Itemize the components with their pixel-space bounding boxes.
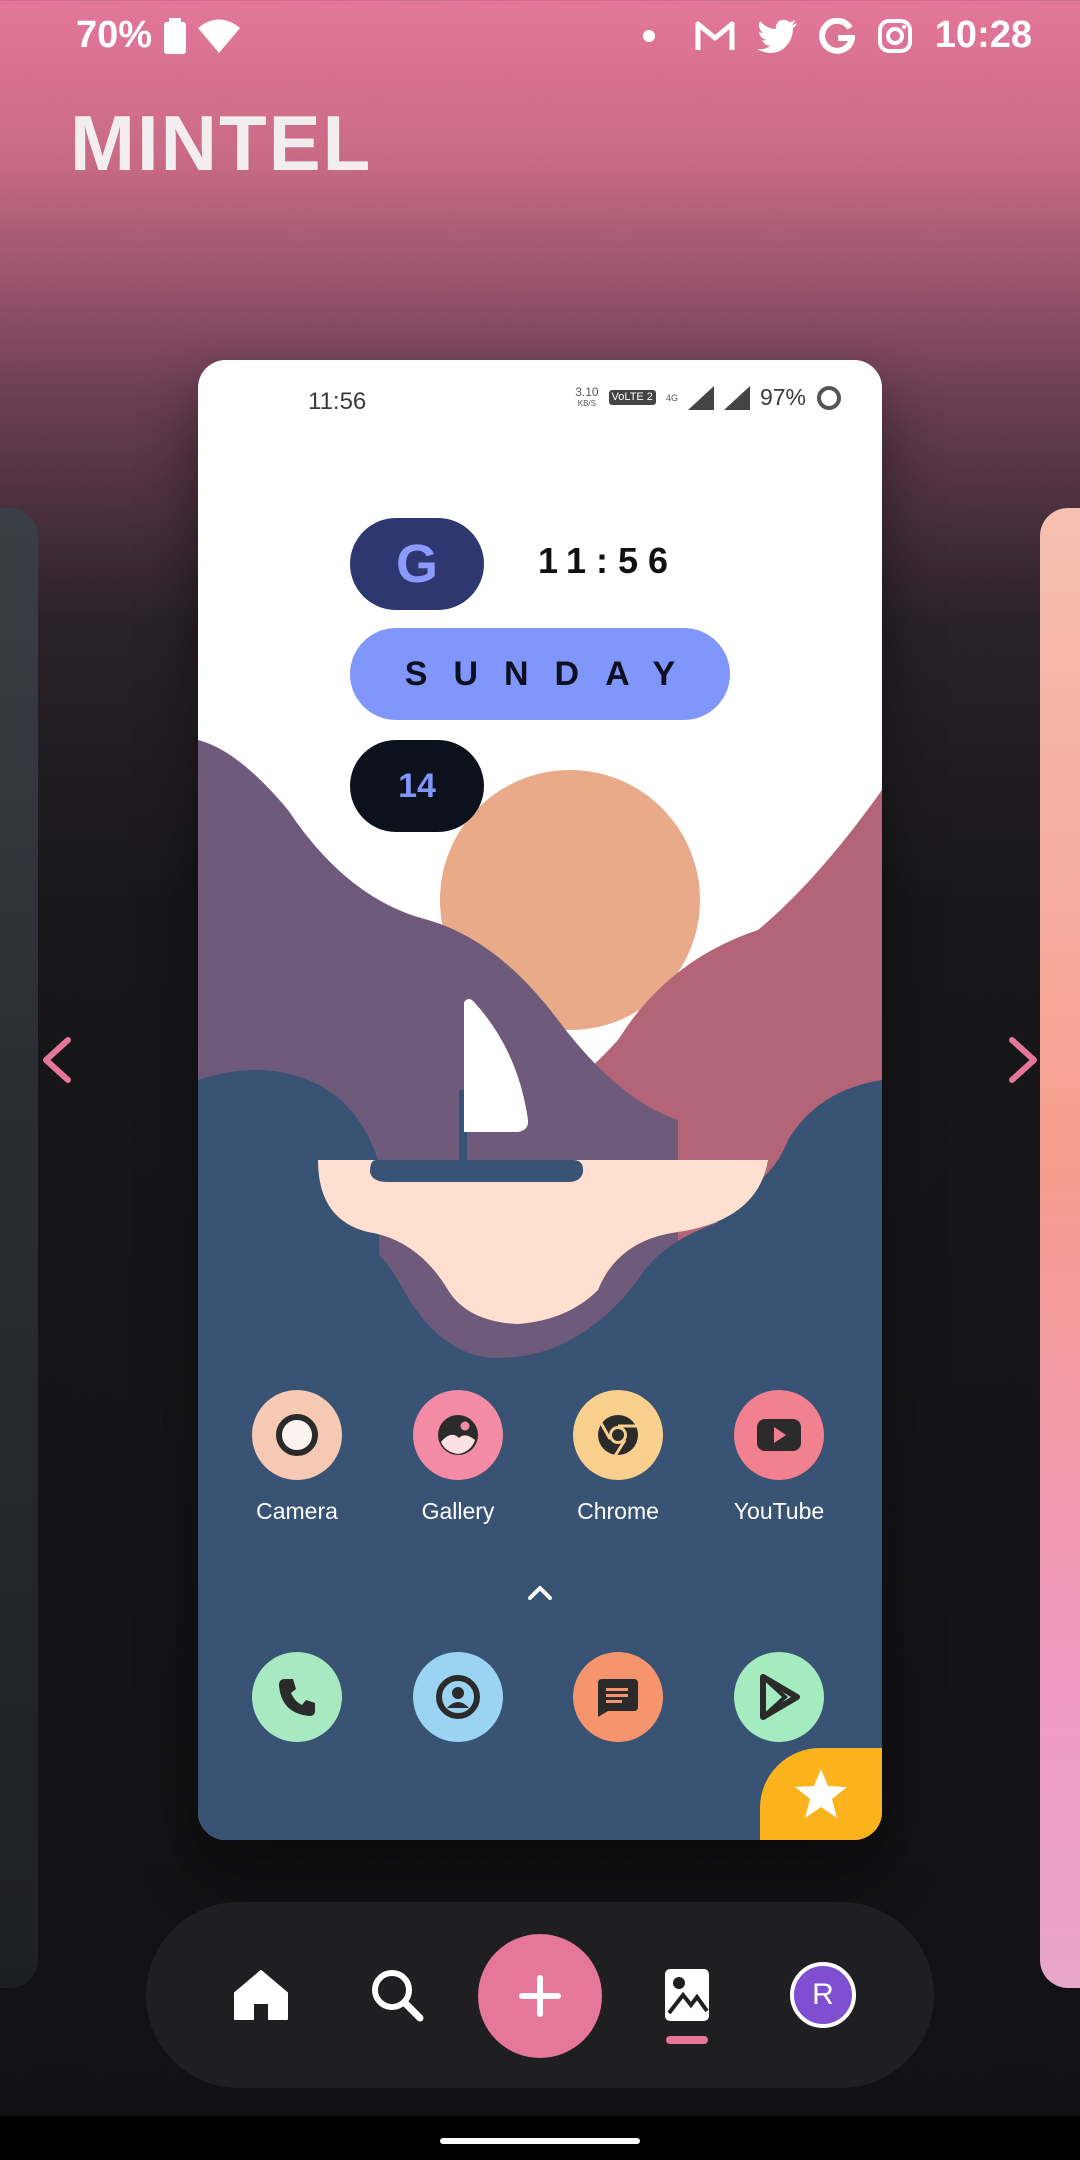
app-youtube[interactable]: YouTube (699, 1390, 859, 1525)
avatar: R (790, 1962, 856, 2028)
app-label: YouTube (733, 1498, 825, 1524)
preview-status-icons: 3.10 KB/S VoLTE 2 4G 97% (575, 384, 842, 411)
status-time: 10:28 (934, 14, 1032, 56)
app-chrome[interactable]: Chrome (538, 1390, 698, 1525)
status-left: 70% (76, 14, 241, 57)
google-icon (818, 17, 855, 54)
google-letter: G (395, 534, 438, 594)
phone-icon (252, 1652, 342, 1742)
notification-dot (642, 29, 655, 42)
nav-wallpapers[interactable] (642, 1950, 732, 2040)
app-label: Camera (256, 1498, 338, 1524)
wallpaper-illustration (198, 360, 882, 1840)
date-text: 14 (398, 766, 436, 805)
gallery-icon (413, 1390, 503, 1480)
day-widget: SUNDAY (350, 628, 730, 720)
dock-contacts[interactable] (378, 1652, 538, 1742)
preview-status-bar: 11:56 3.10 KB/S VoLTE 2 4G 97% (198, 360, 882, 444)
network-speed: 3.10 KB/S (575, 384, 599, 408)
contacts-icon (413, 1652, 503, 1742)
previous-wallpaper-card[interactable] (0, 508, 38, 1988)
twitter-icon (756, 19, 797, 53)
status-right: 10:28 (642, 14, 1032, 57)
gmail-icon (695, 21, 735, 50)
wallpaper-icon (665, 1969, 709, 2021)
app-gallery[interactable]: Gallery (378, 1390, 538, 1525)
battery-ring-icon (817, 385, 841, 410)
date-widget: 14 (350, 740, 484, 832)
camera-icon (252, 1390, 342, 1480)
dock-play-store[interactable] (699, 1652, 859, 1742)
preview-battery: 97% (759, 384, 806, 410)
volte-badge: VoLTE 2 (608, 390, 656, 405)
battery-icon (164, 17, 187, 54)
youtube-icon (734, 1390, 824, 1480)
google-widget[interactable]: G (350, 518, 484, 610)
widget-clock: 11:56 (537, 540, 679, 581)
gesture-handle[interactable] (440, 2138, 640, 2144)
play-store-icon (734, 1652, 824, 1742)
app-label: Chrome (577, 1498, 659, 1524)
chevron-up-icon[interactable] (525, 1582, 555, 1602)
status-bar: 70% 10:28 (0, 0, 1080, 80)
signal-icon-2 (723, 385, 750, 410)
app-camera[interactable]: Camera (217, 1390, 377, 1525)
search-icon (372, 1970, 424, 2022)
preview-time: 11:56 (308, 388, 367, 415)
nav-home[interactable] (216, 1950, 306, 2040)
chrome-icon (573, 1390, 663, 1480)
signal-icon (687, 385, 714, 410)
next-wallpaper-card[interactable] (1040, 508, 1080, 1988)
nav-profile[interactable]: R (778, 1950, 868, 2040)
wallpaper-preview[interactable]: 11:56 3.10 KB/S VoLTE 2 4G 97% G 11:56 S… (198, 360, 882, 1840)
network-type: 4G (665, 392, 678, 403)
chevron-left-icon[interactable] (32, 1030, 82, 1090)
instagram-icon (877, 18, 912, 53)
home-icon (234, 1970, 288, 2020)
bottom-navigation: R (146, 1902, 934, 2088)
battery-percentage: 70% (76, 14, 153, 56)
nav-search[interactable] (352, 1950, 442, 2040)
app-title: MINTEL (70, 99, 373, 187)
star-icon (795, 1769, 847, 1818)
chevron-right-icon[interactable] (998, 1030, 1048, 1090)
messages-icon (573, 1652, 663, 1742)
dock-messages[interactable] (538, 1652, 698, 1742)
plus-icon (519, 1975, 561, 2017)
wifi-icon (198, 19, 241, 53)
dock-phone[interactable] (217, 1652, 377, 1742)
day-text: SUNDAY (404, 654, 702, 693)
add-button[interactable] (478, 1934, 602, 2058)
app-label: Gallery (421, 1498, 495, 1524)
active-tab-indicator (666, 2036, 708, 2044)
